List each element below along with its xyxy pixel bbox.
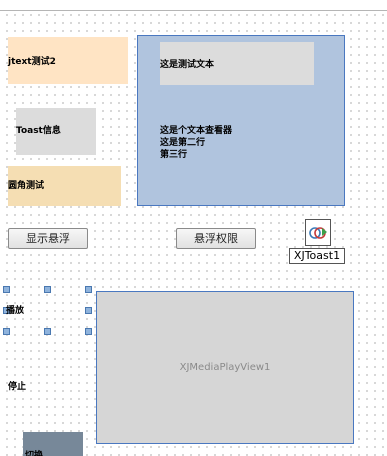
switch-label[interactable]: 切换 (23, 432, 83, 456)
selection-handle[interactable] (85, 328, 92, 335)
xjtoast-component-icon[interactable] (305, 219, 331, 246)
jtext-label[interactable]: jtext测试2 (8, 37, 128, 84)
play-label[interactable]: 播放 (6, 305, 24, 317)
stop-label[interactable]: 停止 (8, 381, 26, 393)
text-viewer-line-2: 这是第二行 (160, 138, 206, 148)
toast-label[interactable]: Toast信息 (16, 108, 96, 155)
designer-top-bar (0, 0, 387, 11)
component-icon (309, 227, 327, 239)
selection-handle[interactable] (85, 307, 92, 314)
selection-handle[interactable] (44, 328, 51, 335)
panel-test-text[interactable]: 这是测试文本 (160, 42, 314, 85)
text-viewer-line-3: 第三行 (160, 150, 188, 160)
selection-handle[interactable] (44, 286, 51, 293)
text-viewer-line-1: 这是个文本查看器 (160, 126, 233, 136)
xjtoast-component-label: XJToast1 (289, 248, 345, 264)
text-panel[interactable]: 这是测试文本 这是个文本查看器 这是第二行 第三行 (137, 35, 345, 206)
round-corner-label[interactable]: 圆角测试 (8, 166, 121, 206)
selection-handle[interactable] (3, 286, 10, 293)
selection-handle[interactable] (85, 286, 92, 293)
selection-handle[interactable] (3, 328, 10, 335)
show-float-button[interactable]: 显示悬浮 (8, 228, 88, 249)
media-play-view[interactable]: XJMediaPlayView1 (96, 291, 354, 444)
float-permission-button[interactable]: 悬浮权限 (176, 228, 256, 249)
